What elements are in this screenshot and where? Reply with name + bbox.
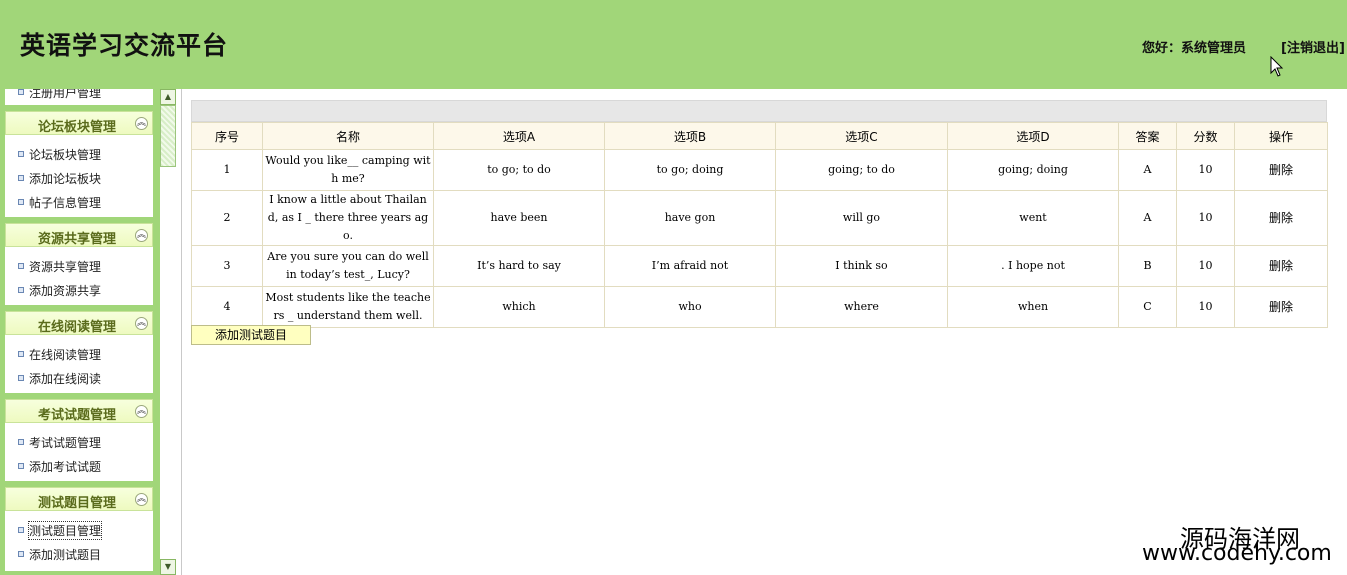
bullet-icon — [18, 351, 24, 357]
sidebar-item-register-users[interactable]: 注册用户管理 — [5, 89, 153, 103]
bullet-icon — [18, 175, 24, 181]
main-content: 序号 名称 选项A 选项B 选项C 选项D 答案 分数 操作 1 Would y… — [181, 89, 1347, 575]
scroll-thumb[interactable] — [160, 105, 176, 167]
bullet-icon — [18, 551, 24, 557]
header-bar: 英语学习交流平台 您好：系统管理员 [注销退出] — [0, 0, 1347, 89]
header-option-c: 选项C — [775, 122, 948, 150]
table-row: 1 Would you like__ camping with me? to g… — [191, 149, 1328, 191]
header-option-a: 选项A — [433, 122, 605, 150]
sidebar-item-exam-add[interactable]: 添加考试试题 — [5, 455, 153, 477]
bullet-icon — [18, 89, 24, 95]
scroll-track[interactable] — [160, 105, 176, 559]
header-index: 序号 — [191, 122, 263, 150]
bullet-icon — [18, 151, 24, 157]
app-title: 英语学习交流平台 — [20, 31, 229, 60]
bullet-icon — [18, 439, 24, 445]
collapse-icon[interactable]: ︽ — [135, 317, 148, 330]
header-answer: 答案 — [1118, 122, 1177, 150]
table-row: 3 Are you sure you can do well in today’… — [191, 245, 1328, 287]
group-header-resources[interactable]: 资源共享管理 ︽ — [5, 223, 153, 247]
mouse-cursor-icon — [1270, 56, 1284, 77]
bullet-icon — [18, 199, 24, 205]
bullet-icon — [18, 263, 24, 269]
scroll-up-arrow-icon[interactable]: ▲ — [160, 89, 176, 105]
sidebar-item-test-add[interactable]: 添加测试题目 — [5, 543, 153, 565]
collapse-icon[interactable]: ︽ — [135, 117, 148, 130]
delete-link[interactable]: 删除 — [1269, 163, 1293, 177]
table-row: 2 I know a little about Thailand, as I _… — [191, 190, 1328, 246]
sidebar-item-resource-manage[interactable]: 资源共享管理 — [5, 255, 153, 277]
delete-link[interactable]: 删除 — [1269, 259, 1293, 273]
header-actions: 操作 — [1234, 122, 1328, 150]
sidebar-scrollbar[interactable]: ▲ ▼ — [160, 89, 176, 575]
bullet-icon — [18, 375, 24, 381]
table-caption-bar — [191, 100, 1327, 122]
group-header-test[interactable]: 测试题目管理 ︽ — [5, 487, 153, 511]
user-greeting: 您好：系统管理员 — [1142, 41, 1247, 56]
delete-link[interactable]: 删除 — [1269, 300, 1293, 314]
sidebar-item-forum-add[interactable]: 添加论坛板块 — [5, 167, 153, 189]
logout-link[interactable]: [注销退出] — [1281, 37, 1345, 56]
test-questions-table: 序号 名称 选项A 选项B 选项C 选项D 答案 分数 操作 1 Would y… — [191, 122, 1328, 328]
sidebar-menu: 注册用户管理 论坛板块管理 ︽ 论坛板块管理 添加论坛板块 帖子信息管理 资源共… — [5, 89, 154, 575]
watermark-url: www.codehy.com — [1142, 541, 1332, 566]
collapse-icon[interactable]: ︽ — [135, 229, 148, 242]
bullet-icon — [18, 287, 24, 293]
sidebar-item-forum-manage[interactable]: 论坛板块管理 — [5, 143, 153, 165]
group-header-exam[interactable]: 考试试题管理 ︽ — [5, 399, 153, 423]
table-row: 4 Most students like the teachers _ unde… — [191, 286, 1328, 328]
sidebar-item-post-manage[interactable]: 帖子信息管理 — [5, 191, 153, 213]
sidebar-item-test-manage[interactable]: 测试题目管理 — [5, 519, 153, 541]
header-option-b: 选项B — [604, 122, 776, 150]
header-score: 分数 — [1176, 122, 1235, 150]
header-option-d: 选项D — [947, 122, 1119, 150]
sidebar-item-reading-manage[interactable]: 在线阅读管理 — [5, 343, 153, 365]
group-header-reading[interactable]: 在线阅读管理 ︽ — [5, 311, 153, 335]
table-header-row: 序号 名称 选项A 选项B 选项C 选项D 答案 分数 操作 — [191, 122, 1328, 150]
delete-link[interactable]: 删除 — [1269, 211, 1293, 225]
group-header-forum[interactable]: 论坛板块管理 ︽ — [5, 111, 153, 135]
add-test-question-button[interactable]: 添加测试题目 — [191, 325, 311, 345]
sidebar-item-exam-manage[interactable]: 考试试题管理 — [5, 431, 153, 453]
sidebar-item-reading-add[interactable]: 添加在线阅读 — [5, 367, 153, 389]
collapse-icon[interactable]: ︽ — [135, 493, 148, 506]
bullet-icon — [18, 527, 24, 533]
header-name: 名称 — [262, 122, 434, 150]
sidebar-item-resource-add[interactable]: 添加资源共享 — [5, 279, 153, 301]
scroll-down-arrow-icon[interactable]: ▼ — [160, 559, 176, 575]
bullet-icon — [18, 463, 24, 469]
collapse-icon[interactable]: ︽ — [135, 405, 148, 418]
